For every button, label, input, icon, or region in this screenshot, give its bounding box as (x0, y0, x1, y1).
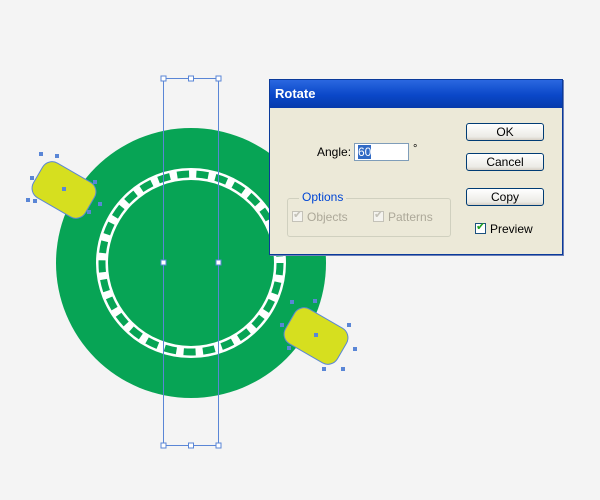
dialog-title: Rotate (275, 86, 316, 101)
options-group-title: Options (299, 190, 347, 204)
angle-input[interactable]: 60 (354, 143, 409, 161)
check-icon: ✔ (476, 221, 486, 233)
objects-checkbox[interactable]: ✔ (292, 209, 303, 222)
ok-button[interactable]: OK (466, 123, 544, 141)
patterns-checkbox[interactable]: ✔ (373, 209, 384, 222)
patterns-label: Patterns (388, 210, 433, 224)
check-icon: ✔ (293, 209, 303, 221)
degree-symbol: ° (413, 143, 418, 155)
copy-button[interactable]: Copy (466, 188, 544, 206)
angle-value: 60 (358, 145, 372, 159)
angle-label: Angle: (317, 145, 352, 159)
objects-label: Objects (307, 210, 348, 224)
cancel-button[interactable]: Cancel (466, 153, 544, 171)
preview-label: Preview (490, 222, 533, 236)
rotate-dialog: Rotate Angle: 60 ° OK Cancel Copy Option… (269, 79, 563, 255)
preview-checkbox[interactable]: ✔ (475, 221, 486, 234)
dialog-title-bar[interactable]: Rotate (270, 80, 562, 108)
check-icon: ✔ (374, 209, 384, 221)
